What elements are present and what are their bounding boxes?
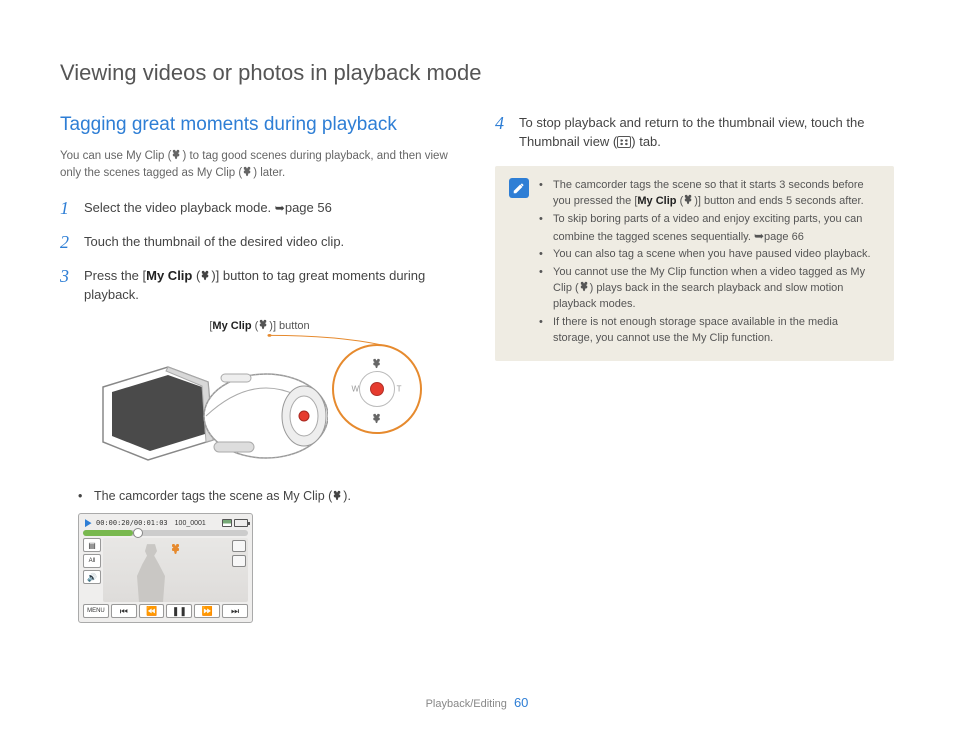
thumbnail-view-icon [232, 540, 246, 552]
prev-button: ⏮ [111, 604, 137, 618]
video-frame [131, 544, 171, 602]
play-icon [83, 518, 93, 528]
clip-icon [579, 281, 590, 292]
filter-all-button: All [83, 554, 101, 568]
step-4: 4 To stop playback and return to the thu… [495, 114, 894, 152]
arrow-icon: ➥ [275, 200, 285, 217]
thumbnail-view-icon [617, 136, 631, 148]
step-number: 2 [60, 233, 76, 253]
step-3: 3 Press the [My Clip ()] button to tag g… [60, 267, 459, 305]
forward-button: ⏩ [194, 604, 220, 618]
arrow-icon: ➥ [754, 228, 764, 245]
zoom-wide-label: W [352, 384, 360, 393]
right-column: 4 To stop playback and return to the thu… [495, 114, 894, 623]
layout-button: ▤ [83, 538, 101, 552]
time-counter: 00:00:20/00:01:03 [96, 519, 168, 527]
result-bullet: • The camcorder tags the scene as My Cli… [78, 488, 459, 506]
note-icon [509, 178, 529, 198]
progress-bar [83, 530, 248, 536]
control-ring-magnified: W T [332, 344, 422, 434]
note-item: •You can also tag a scene when you have … [539, 247, 880, 263]
camcorder-illustration: W T [60, 344, 459, 474]
step-number: 1 [60, 199, 76, 219]
note-item: • You cannot use the My Clip function wh… [539, 265, 880, 313]
volume-button: 🔊 [83, 570, 101, 584]
clip-icon [200, 268, 211, 279]
callout-label: [My Clip ()] button [60, 319, 459, 332]
left-column: Tagging great moments during playback Yo… [60, 114, 459, 623]
section-title: Tagging great moments during playback [60, 114, 459, 136]
camera-icon [232, 555, 246, 567]
page-title: Viewing videos or photos in playback mod… [60, 60, 894, 86]
page-number: 60 [514, 695, 528, 710]
zoom-tele-label: T [397, 384, 402, 393]
clip-icon [171, 149, 182, 160]
menu-button: MENU [83, 604, 109, 618]
pause-button: ❚❚ [166, 604, 192, 618]
battery-icon [222, 519, 248, 527]
step-1: 1 Select the video playback mode. ➥page … [60, 199, 459, 219]
clip-icon [170, 542, 182, 554]
note-item: •If there is not enough storage space av… [539, 315, 880, 347]
step-number: 3 [60, 267, 76, 305]
clip-icon [242, 166, 253, 177]
playback-screen: 00:00:20/00:01:03 100_0001 ▤ All 🔊 [78, 513, 253, 623]
footer-section: Playback/Editing [426, 698, 507, 710]
rewind-button: ⏪ [139, 604, 165, 618]
step-number: 4 [495, 114, 511, 152]
next-button: ⏭ [222, 604, 248, 618]
folder-label: 100_0001 [175, 520, 206, 527]
note-item: • The camcorder tags the scene so that i… [539, 178, 880, 210]
intro-text: You can use My Clip () to tag good scene… [60, 148, 459, 181]
clip-icon [683, 194, 694, 205]
clip-icon [258, 319, 269, 330]
clip-icon [332, 489, 343, 500]
page-footer: Playback/Editing 60 [0, 695, 954, 710]
clip-icon [371, 356, 382, 367]
clip-icon [371, 411, 382, 422]
note-box: • The camcorder tags the scene so that i… [495, 166, 894, 361]
record-button [370, 382, 384, 396]
step-2: 2 Touch the thumbnail of the desired vid… [60, 233, 459, 253]
note-item: • To skip boring parts of a video and en… [539, 212, 880, 246]
